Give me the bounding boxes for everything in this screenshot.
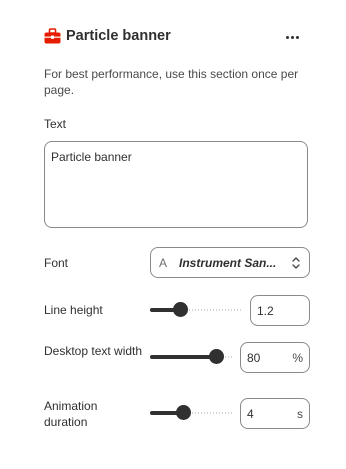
font-picker[interactable]: A Instrument San... xyxy=(150,247,310,278)
font-glyph-icon: A xyxy=(159,255,168,270)
seconds-unit: s xyxy=(297,406,303,421)
font-label: Font xyxy=(44,256,69,270)
font-value: Instrument San... xyxy=(179,255,277,270)
animation-duration-slider[interactable] xyxy=(150,405,233,420)
percent-unit: % xyxy=(292,350,303,365)
slider-thumb[interactable] xyxy=(173,302,188,317)
text-input[interactable]: Particle banner xyxy=(44,141,308,228)
desktop-text-width-slider[interactable] xyxy=(150,349,233,364)
slider-fill xyxy=(150,355,216,359)
performance-info-text: For best performance, use this section o… xyxy=(44,67,299,97)
toolbox-icon xyxy=(44,28,61,44)
more-options-button[interactable] xyxy=(280,27,304,47)
text-label: Text xyxy=(44,117,67,131)
more-dot xyxy=(290,35,294,39)
more-dot xyxy=(295,35,299,39)
chevron-up-down-icon xyxy=(292,256,300,269)
section-title: Particle banner xyxy=(66,28,171,44)
line-height-label: Line height xyxy=(44,303,103,317)
desktop-text-width-value: 80 xyxy=(247,350,261,365)
desktop-text-width-input[interactable]: 80 % xyxy=(240,342,310,373)
desktop-text-width-label: Desktop text width xyxy=(44,344,143,358)
section-settings-panel: Particle banner For best performance, us… xyxy=(0,0,346,469)
slider-thumb[interactable] xyxy=(176,405,191,420)
more-horizontal-icon xyxy=(285,35,289,39)
slider-thumb[interactable] xyxy=(209,349,224,364)
line-height-input[interactable]: 1.2 xyxy=(250,295,310,326)
animation-duration-input[interactable]: 4 s xyxy=(240,398,310,429)
animation-duration-value: 4 xyxy=(247,406,254,421)
animation-duration-label: Animation duration xyxy=(44,399,98,429)
line-height-value: 1.2 xyxy=(257,303,274,318)
line-height-slider[interactable] xyxy=(150,302,243,317)
